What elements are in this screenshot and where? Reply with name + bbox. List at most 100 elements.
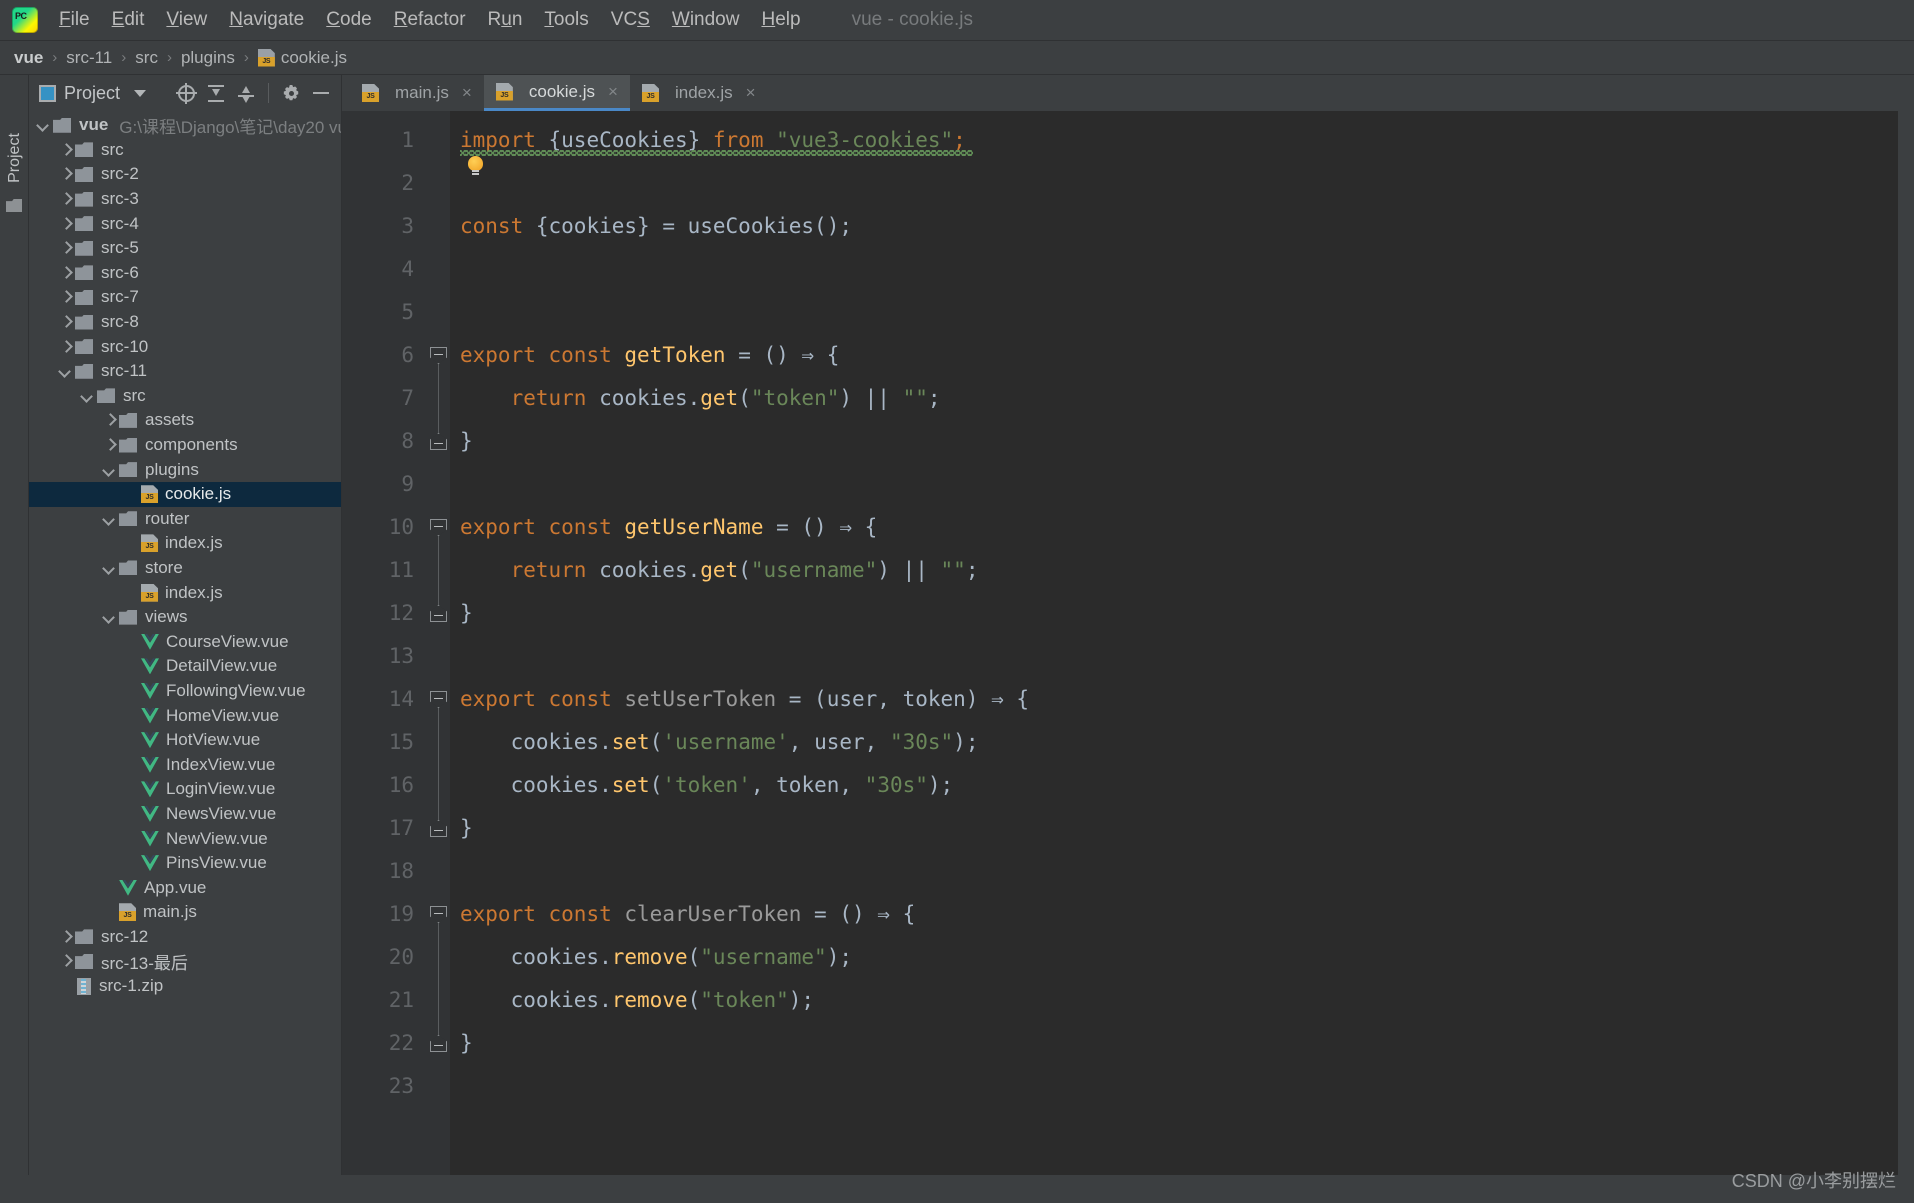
tree-row[interactable]: LoginView.vue [29, 777, 341, 802]
editor-tab-main-js[interactable]: main.js × [350, 75, 484, 111]
tree-row[interactable]: HomeView.vue [29, 703, 341, 728]
menu-item-file[interactable]: File [48, 5, 101, 35]
tree-row[interactable]: src-1.zip [29, 974, 341, 999]
chevron-right-icon[interactable] [57, 338, 75, 356]
tree-row[interactable]: HotView.vue [29, 728, 341, 753]
code-line[interactable]: } [460, 592, 1898, 635]
expand-all-button[interactable] [202, 79, 230, 107]
tree-row[interactable]: App.vue [29, 875, 341, 900]
tree-row[interactable]: router [29, 507, 341, 532]
menu-item-help[interactable]: Help [750, 5, 811, 35]
code-fold-gutter[interactable] [428, 111, 450, 1203]
tree-row[interactable]: components [29, 433, 341, 458]
code-line[interactable]: export const getToken = () ⇒ { [460, 334, 1898, 377]
chevron-right-icon[interactable] [57, 288, 75, 306]
tree-row[interactable]: src-13-最后 [29, 949, 341, 974]
close-icon[interactable]: × [460, 83, 474, 103]
code-content[interactable]: import {useCookies} from "vue3-cookies";… [450, 111, 1898, 1203]
hide-panel-button[interactable] [307, 79, 335, 107]
menu-item-tools[interactable]: Tools [533, 5, 599, 35]
fold-end-icon[interactable] [430, 820, 447, 837]
tree-row[interactable]: src-6 [29, 261, 341, 286]
code-line[interactable] [460, 291, 1898, 334]
code-line[interactable]: } [460, 1022, 1898, 1065]
tree-row[interactable]: src [29, 138, 341, 163]
fold-end-icon[interactable] [430, 433, 447, 450]
tree-row[interactable]: src-3 [29, 187, 341, 212]
menu-item-refactor[interactable]: Refactor [383, 5, 477, 35]
menu-item-vcs[interactable]: VCS [600, 5, 661, 35]
fold-collapse-icon[interactable] [430, 519, 447, 536]
tree-row[interactable]: src-10 [29, 334, 341, 359]
rail-tab-project[interactable]: Project [6, 121, 24, 195]
tree-row[interactable]: src-8 [29, 310, 341, 335]
tree-row[interactable]: CourseView.vue [29, 629, 341, 654]
code-line[interactable] [460, 248, 1898, 291]
tree-row[interactable]: src-11 [29, 359, 341, 384]
chevron-down-icon[interactable] [134, 89, 147, 97]
tree-row[interactable]: src-7 [29, 285, 341, 310]
chevron-down-icon[interactable] [57, 362, 75, 380]
tree-row[interactable]: src-4 [29, 211, 341, 236]
tree-row[interactable]: vue G:\课程\Django\笔记\day20 vue [29, 113, 341, 138]
editor-tab-index-js[interactable]: index.js × [630, 75, 768, 111]
chevron-right-icon[interactable] [57, 928, 75, 946]
breadcrumb-item-plugins[interactable]: plugins [181, 48, 235, 68]
chevron-down-icon[interactable] [35, 116, 53, 134]
select-opened-file-button[interactable] [172, 79, 200, 107]
code-line[interactable]: } [460, 420, 1898, 463]
tree-row[interactable]: FollowingView.vue [29, 679, 341, 704]
code-line[interactable]: cookies.remove("username"); [460, 936, 1898, 979]
tree-row[interactable]: store [29, 556, 341, 581]
code-line[interactable]: cookies.remove("token"); [460, 979, 1898, 1022]
tree-row[interactable]: src-12 [29, 925, 341, 950]
menu-item-edit[interactable]: Edit [101, 5, 156, 35]
chevron-down-icon[interactable] [101, 608, 119, 626]
chevron-down-icon[interactable] [101, 559, 119, 577]
tree-row[interactable]: cookie.js [29, 481, 341, 507]
code-line[interactable] [460, 1065, 1898, 1108]
code-line[interactable]: return cookies.get("username") || ""; [460, 549, 1898, 592]
project-panel-title-dropdown[interactable]: Project [39, 83, 147, 104]
tree-row[interactable]: main.js [29, 900, 341, 925]
chevron-right-icon[interactable] [101, 436, 119, 454]
menu-item-window[interactable]: Window [661, 5, 751, 35]
breadcrumb-item-src-11[interactable]: src-11 [66, 48, 112, 68]
code-line[interactable]: export const clearUserToken = () ⇒ { [460, 893, 1898, 936]
fold-collapse-icon[interactable] [430, 347, 447, 364]
code-editor[interactable]: 1 2 3 4 5 6 7 8 9 10 11 12 13 14 15 16 17 18 19 20 21 22 23 im… [342, 111, 1898, 1203]
chevron-right-icon[interactable] [57, 165, 75, 183]
breadcrumb[interactable]: vue › src-11 › src › plugins › cookie.js [0, 41, 1914, 75]
tree-row[interactable]: index.js [29, 580, 341, 605]
menu-item-navigate[interactable]: Navigate [218, 5, 315, 35]
code-line[interactable] [460, 463, 1898, 506]
code-line[interactable]: return cookies.get("token") || ""; [460, 377, 1898, 420]
fold-end-icon[interactable] [430, 605, 447, 622]
code-line[interactable]: export const getUserName = () ⇒ { [460, 506, 1898, 549]
tree-row[interactable]: PinsView.vue [29, 851, 341, 876]
code-line[interactable]: } [460, 807, 1898, 850]
tree-row[interactable]: DetailView.vue [29, 654, 341, 679]
breadcrumb-item-vue[interactable]: vue [14, 48, 43, 68]
tree-row[interactable]: NewView.vue [29, 826, 341, 851]
breadcrumb-item-cookie.js[interactable]: cookie.js [257, 48, 347, 68]
tree-row[interactable]: views [29, 605, 341, 630]
fold-collapse-icon[interactable] [430, 691, 447, 708]
fold-end-icon[interactable] [430, 1035, 447, 1052]
chevron-right-icon[interactable] [101, 411, 119, 429]
code-line[interactable]: cookies.set('username', user, "30s"); [460, 721, 1898, 764]
tree-row[interactable]: src [29, 384, 341, 409]
structure-icon[interactable] [6, 199, 22, 212]
code-line[interactable]: cookies.set('token', token, "30s"); [460, 764, 1898, 807]
breadcrumb-item-src[interactable]: src [135, 48, 158, 68]
code-line[interactable]: import {useCookies} from "vue3-cookies"; [460, 119, 1898, 162]
menu-item-code[interactable]: Code [315, 5, 382, 35]
code-line[interactable] [460, 635, 1898, 678]
tree-row[interactable]: src-2 [29, 162, 341, 187]
chevron-right-icon[interactable] [57, 141, 75, 159]
editor-scrollbar[interactable] [1898, 75, 1914, 1203]
chevron-right-icon[interactable] [57, 215, 75, 233]
tree-row[interactable]: NewsView.vue [29, 802, 341, 827]
tree-row[interactable]: assets [29, 408, 341, 433]
chevron-down-icon[interactable] [79, 387, 97, 405]
